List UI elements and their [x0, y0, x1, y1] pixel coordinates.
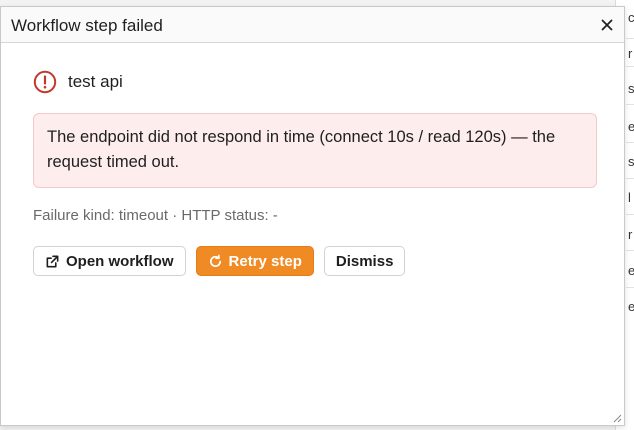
error-message: The endpoint did not respond in time (co…: [47, 128, 556, 171]
close-icon: [601, 19, 613, 31]
workflow-error-dialog: Workflow step failed test api The endpoi…: [0, 6, 625, 426]
background-row-divider: [626, 214, 634, 215]
background-text: s: [628, 154, 634, 169]
background-row-divider: [626, 250, 634, 251]
resize-grip-icon[interactable]: [612, 413, 622, 423]
open-workflow-label: Open workflow: [66, 252, 174, 270]
dismiss-label: Dismiss: [335, 252, 394, 270]
retry-step-button[interactable]: Retry step: [195, 246, 314, 276]
background-text: s: [628, 81, 634, 96]
dialog-title: Workflow step failed: [11, 16, 163, 35]
background-row-divider: [626, 66, 634, 67]
action-bar: Open workflow Retry step Dismiss: [33, 246, 597, 276]
background-text: r: [628, 46, 633, 61]
background-text: e: [628, 263, 634, 278]
background-row-divider: [626, 142, 634, 143]
dismiss-button[interactable]: Dismiss: [323, 246, 406, 276]
error-message-box: The endpoint did not respond in time (co…: [33, 113, 597, 188]
external-link-icon: [46, 255, 59, 267]
dialog-titlebar: Workflow step failed: [1, 7, 624, 43]
background-row-divider: [626, 287, 634, 288]
background-row-divider: [626, 178, 634, 179]
background-text: e: [628, 299, 634, 314]
step-name: test api: [68, 72, 123, 91]
dialog-content: test api The endpoint did not respond in…: [33, 69, 597, 276]
background-text: c: [628, 10, 634, 25]
background-row-divider: [626, 38, 634, 39]
background-text: e: [628, 119, 634, 134]
background-text: r: [628, 227, 633, 242]
background-text: l: [628, 190, 631, 205]
error-circle-icon: [33, 70, 57, 94]
open-workflow-button[interactable]: Open workflow: [33, 246, 186, 276]
refresh-icon: [209, 254, 221, 267]
retry-step-label: Retry step: [228, 252, 302, 270]
step-heading: test api: [33, 69, 597, 95]
close-button[interactable]: [596, 14, 618, 36]
failure-meta: Failure kind: timeout · HTTP status: -: [33, 207, 278, 224]
background-row-divider: [626, 104, 634, 105]
